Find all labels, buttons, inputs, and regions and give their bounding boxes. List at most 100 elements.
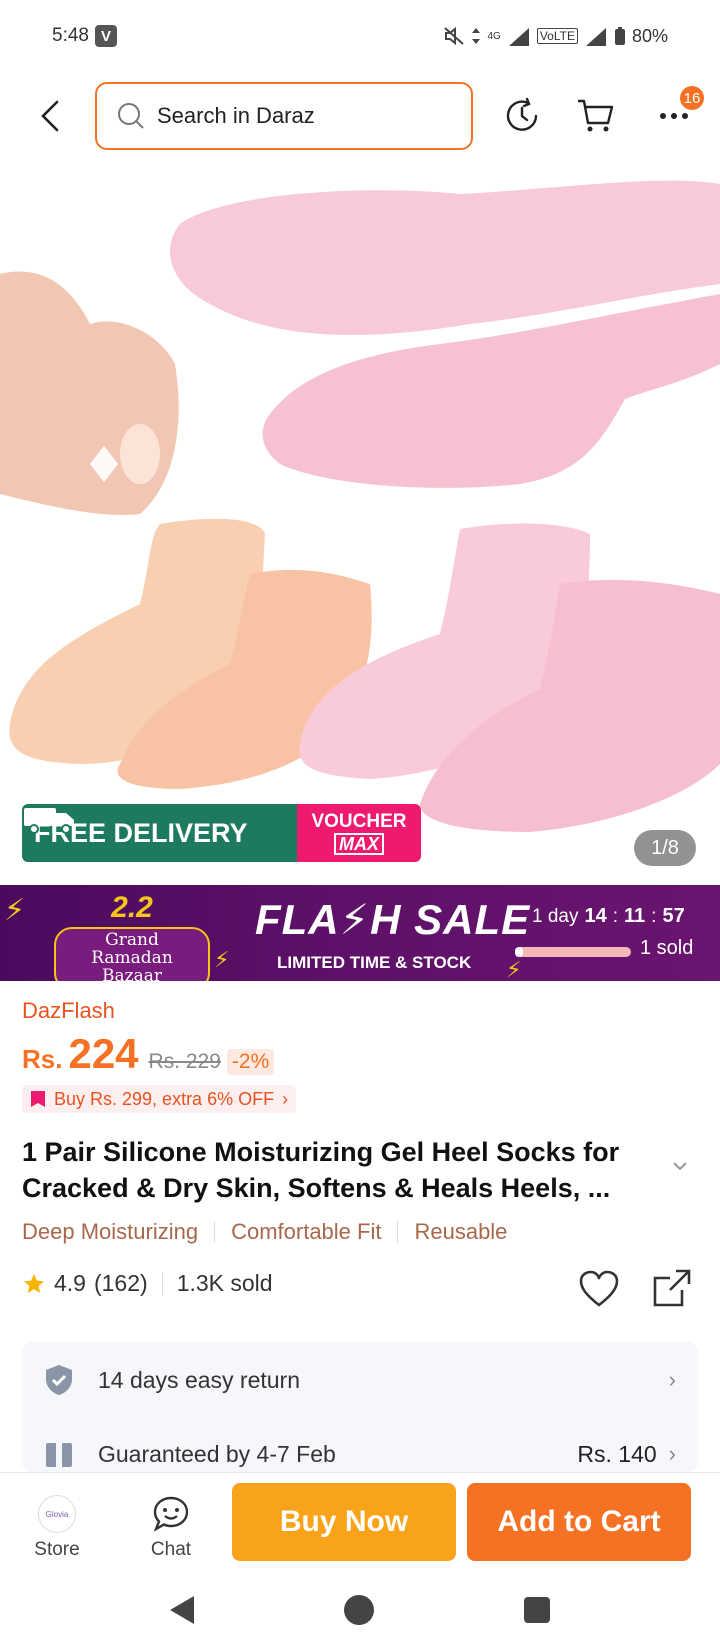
share-icon <box>653 1269 691 1307</box>
campaign-line-2: Bazaar <box>102 965 162 981</box>
lightning-icon: ⚡ <box>506 957 522 981</box>
shield-check-icon <box>46 1365 72 1395</box>
chat-button[interactable]: Chat <box>126 1495 216 1561</box>
free-delivery-badge: FREE DELIVERY <box>22 804 297 862</box>
voucher-deal-label: Buy Rs. 299, extra 6% OFF <box>54 1088 275 1109</box>
sold-count: 1 sold <box>640 937 694 959</box>
wishlist-button[interactable] <box>578 1270 620 1313</box>
top-header: Search in Daraz 16 <box>0 80 720 152</box>
data-arrows-icon <box>472 28 481 44</box>
history-icon <box>506 97 538 131</box>
carrier-badge-icon: V <box>94 25 117 47</box>
battery-percent: 80% <box>631 25 668 46</box>
add-to-cart-button[interactable]: Add to Cart <box>467 1483 691 1561</box>
product-image-gallery[interactable]: FREE DELIVERY VOUCHER MAX 1/8 <box>0 164 720 884</box>
review-count: (162) <box>93 1270 148 1296</box>
status-time: 5:48 <box>52 25 89 46</box>
nav-back-icon[interactable] <box>170 1596 194 1624</box>
countdown-timer: 1 day 14: 11: 57 <box>532 905 685 927</box>
rating-value: 4.9 <box>54 1270 86 1296</box>
search-input[interactable]: Search in Daraz <box>95 82 473 150</box>
tag-divider <box>214 1221 216 1243</box>
rating-divider <box>161 1272 163 1295</box>
battery-icon <box>614 27 625 45</box>
tag-item: Reusable <box>414 1219 508 1244</box>
sold-total: 1.3K sold <box>176 1270 273 1296</box>
heart-icon <box>579 1270 619 1307</box>
promo-strip: FREE DELIVERY VOUCHER MAX <box>22 804 421 862</box>
price-row: Rs. 224 Rs. 229 -2% <box>22 1030 275 1078</box>
timer-minutes: 11 <box>624 905 646 927</box>
product-photo <box>0 180 720 832</box>
sold-progress-bar <box>515 947 631 957</box>
voucher-icon <box>31 1091 45 1107</box>
chevron-right-icon: › <box>282 1088 289 1109</box>
voucher-max-badge: VOUCHER MAX <box>297 804 421 862</box>
campaign-line-1: Grand Ramadan <box>91 930 173 968</box>
voucher-label: VOUCHER <box>311 810 407 832</box>
chevron-down-icon <box>673 1162 687 1171</box>
flash-sale-title: FLA⚡H SALE <box>255 896 531 943</box>
campaign-badge: 2.2 Grand Ramadan Bazaar <box>54 891 210 981</box>
campaign-title: Grand Ramadan Bazaar <box>54 927 210 981</box>
tag-item: Deep Moisturizing <box>22 1219 199 1244</box>
nav-recent-apps-icon[interactable] <box>524 1597 550 1623</box>
discount-badge: -2% <box>226 1049 275 1075</box>
store-logo-icon: Glovia <box>38 1495 76 1533</box>
volte-badge: VoLTE <box>536 28 578 44</box>
voucher-deal[interactable]: Buy Rs. 299, extra 6% OFF › <box>22 1085 297 1113</box>
status-left: 5:48 V <box>52 25 117 47</box>
expand-title-button[interactable] <box>672 1158 688 1176</box>
image-counter: 1/8 <box>634 830 696 866</box>
original-price: Rs. 229 <box>148 1050 221 1073</box>
delivery-row[interactable]: Guaranteed by 4-7 Feb Rs. 140 › <box>44 1430 676 1478</box>
tag-item: Comfortable Fit <box>231 1219 382 1244</box>
search-placeholder: Search in Daraz <box>157 103 315 128</box>
notification-badge: 16 <box>680 86 704 110</box>
easy-return-row[interactable]: 14 days easy return › <box>44 1356 676 1404</box>
chevron-right-icon: › <box>668 1441 676 1466</box>
more-button[interactable]: 16 <box>652 86 704 138</box>
status-bar: 5:48 V 4G VoLTE 80% <box>0 0 720 72</box>
status-right: 4G VoLTE 80% <box>443 26 668 47</box>
package-icon <box>46 1443 72 1467</box>
share-button[interactable] <box>652 1268 692 1313</box>
back-button[interactable] <box>30 94 70 138</box>
truck-icon <box>24 808 74 834</box>
store-button[interactable]: Glovia Store <box>12 1495 102 1561</box>
search-icon <box>118 103 144 129</box>
mute-icon <box>444 26 465 46</box>
seller-label: DazFlash <box>22 998 115 1023</box>
chevron-right-icon: › <box>668 1367 676 1392</box>
price-value: 224 <box>68 1030 139 1077</box>
timer-days: 1 day <box>532 906 579 927</box>
product-tags: Deep Moisturizing Comfortable Fit Reusab… <box>22 1219 507 1245</box>
lightning-icon: ⚡ <box>214 947 230 972</box>
delivery-label: Guaranteed by 4-7 Feb <box>98 1440 336 1467</box>
price-currency: Rs. <box>22 1044 63 1074</box>
rating-row[interactable]: 4.9 (162) 1.3K sold <box>22 1270 273 1297</box>
buy-now-button[interactable]: Buy Now <box>232 1483 456 1561</box>
signal-2-icon <box>585 28 606 46</box>
cart-button[interactable] <box>574 94 618 138</box>
nav-home-icon[interactable] <box>344 1595 374 1625</box>
signal-icon <box>508 28 529 46</box>
star-icon <box>24 1273 44 1293</box>
timer-hours: 14 <box>584 905 607 927</box>
network-type: 4G <box>487 30 501 42</box>
tag-divider <box>397 1221 399 1243</box>
services-card: 14 days easy return › Guaranteed by 4-7 … <box>22 1342 698 1472</box>
more-icon <box>660 113 688 119</box>
back-icon <box>41 100 59 132</box>
lightning-icon: ⚡ <box>4 894 26 927</box>
flash-sale-subtitle: LIMITED TIME & STOCK <box>277 953 472 972</box>
timer-seconds: 57 <box>662 905 685 927</box>
voucher-max-label: MAX <box>334 832 384 855</box>
easy-return-label: 14 days easy return <box>98 1366 301 1393</box>
product-title: 1 Pair Silicone Moisturizing Gel Heel So… <box>22 1137 620 1203</box>
flash-sale-banner[interactable]: ⚡ ⚡ ⚡ 2.2 Grand Ramadan Bazaar FLA⚡H SAL… <box>0 885 720 981</box>
store-label: Store <box>34 1539 80 1560</box>
history-button[interactable] <box>500 94 544 138</box>
sold-progress-fill <box>515 947 524 957</box>
campaign-number: 2.2 <box>111 891 153 924</box>
